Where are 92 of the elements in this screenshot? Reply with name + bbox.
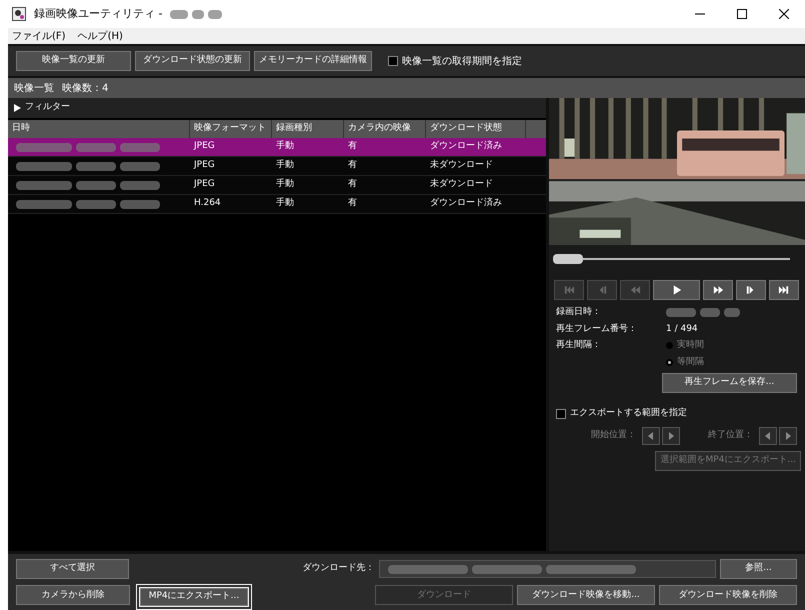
frame-number: 1 / 494 [666, 322, 699, 336]
delete-from-camera-button[interactable]: カメラから削除 [16, 585, 130, 606]
video-count: 映像数：4 [62, 82, 108, 96]
blurred-text [16, 200, 72, 208]
blurred-text [208, 10, 222, 18]
table-cell-text: 有 [347, 197, 358, 210]
table-cell-text: JPEG [192, 140, 216, 154]
list-title: 映像一覧 [14, 82, 54, 96]
move-downloaded-button[interactable]: ダウンロード映像を移動... [517, 585, 655, 606]
blurred-text [170, 10, 188, 18]
table-row[interactable]: JPEG 手動 有 未ダウンロード [8, 176, 546, 195]
table-cell-text: ダウンロード済み [429, 197, 503, 210]
delete-downloaded-button[interactable]: ダウンロード映像を削除 [659, 585, 797, 606]
toolbar-button[interactable]: メモリーカードの詳細情報 [254, 51, 372, 71]
transport-button[interactable] [736, 280, 766, 300]
table-cell-text: 有 [347, 178, 358, 192]
blurred-text [16, 142, 72, 152]
info-label: 再生間隔： [556, 339, 602, 352]
table-cell-text: 手動 [275, 178, 295, 192]
skip-start-icon [563, 284, 575, 296]
checkbox-label: 映像一覧の取得期間を指定 [402, 54, 522, 68]
start-position-label: 開始位置： [591, 428, 636, 442]
left-triangle-icon [764, 432, 772, 440]
radio-label: 等間隔 [677, 356, 704, 368]
right-triangle-icon [784, 432, 792, 440]
transport-button[interactable] [703, 280, 733, 300]
right-arrow-button[interactable] [662, 426, 680, 444]
seek-thumb[interactable] [552, 254, 583, 264]
checkbox[interactable] [556, 408, 566, 419]
table-cell-text: 未ダウンロード [429, 159, 494, 172]
checkbox[interactable] [388, 56, 398, 66]
browse-button[interactable]: 参照... [720, 559, 797, 579]
blurred-text [76, 200, 116, 208]
select-all-button[interactable]: すべて選択 [16, 559, 129, 579]
menu-item[interactable]: ファイル(F) [12, 28, 66, 44]
table-cell-text: 未ダウンロード [429, 178, 494, 192]
rewind-icon [629, 284, 641, 296]
checkbox-label: エクスポートする範囲を指定 [570, 407, 687, 420]
right-triangle-icon [667, 432, 675, 440]
radio-button[interactable] [666, 342, 673, 350]
table-cell-text: 有 [347, 140, 358, 154]
filter-label[interactable]: フィルター [25, 101, 70, 115]
toolbar-button[interactable]: 映像一覧の更新 [16, 51, 131, 71]
blurred-text [120, 142, 160, 152]
radio-label: 実時間 [677, 339, 704, 352]
table-cell-text: 有 [347, 159, 358, 172]
blurred-text [472, 564, 542, 574]
close-icon[interactable] [779, 9, 789, 19]
radio-button[interactable] [666, 358, 673, 366]
table-cell-text: 手動 [275, 197, 295, 210]
info-label: 再生フレーム番号： [556, 322, 638, 336]
blurred-text [16, 180, 72, 190]
info-label: 録画日時： [556, 306, 602, 319]
table-row[interactable]: JPEG 手動 有 ダウンロード済み [8, 138, 546, 157]
toolbar-button[interactable]: ダウンロード状態の更新 [135, 51, 250, 71]
expand-icon[interactable] [14, 104, 21, 112]
table-cell-text: 手動 [275, 159, 295, 172]
fast-forward-icon [712, 284, 724, 296]
blurred-text [666, 308, 696, 318]
transport-button[interactable] [769, 280, 799, 300]
left-arrow-button[interactable] [642, 426, 660, 444]
table-row[interactable]: H.264 手動 有 ダウンロード済み [8, 195, 546, 214]
skip-end-icon [778, 284, 790, 296]
blurred-text [76, 142, 116, 152]
table-cell-text: 手動 [275, 140, 295, 154]
maximize-icon[interactable] [737, 9, 747, 19]
blurred-text [724, 308, 740, 318]
blurred-text [120, 180, 160, 190]
blurred-text [120, 200, 160, 208]
table-row[interactable]: JPEG 手動 有 未ダウンロード [8, 157, 546, 176]
destination-field[interactable] [378, 560, 716, 578]
destination-label: ダウンロード先： [302, 562, 375, 576]
menu-item[interactable]: ヘルプ(H) [78, 28, 123, 44]
table-cell-text: JPEG [192, 159, 216, 172]
left-triangle-icon [647, 432, 655, 440]
blurred-text [76, 180, 116, 190]
window-title: 録画映像ユーティリティ - [34, 6, 162, 22]
app-icon [12, 7, 26, 21]
blurred-text [192, 10, 204, 18]
table-cell-text: JPEG [192, 178, 216, 192]
table-cell-text: H.264 [193, 197, 222, 210]
blurred-text [16, 162, 72, 170]
end-position-label: 終了位置： [708, 428, 753, 442]
table-cell-text: ダウンロード済み [429, 140, 503, 154]
left-arrow-button[interactable] [759, 426, 777, 444]
blurred-text [700, 308, 720, 318]
blurred-text [76, 162, 116, 170]
blurred-text [120, 162, 160, 170]
save-frame-button[interactable]: 再生フレームを保存... [662, 373, 797, 393]
right-arrow-button[interactable] [779, 426, 797, 444]
transport-button[interactable] [653, 280, 700, 300]
export-mp4-button[interactable]: MP4にエクスポート... [136, 584, 252, 610]
